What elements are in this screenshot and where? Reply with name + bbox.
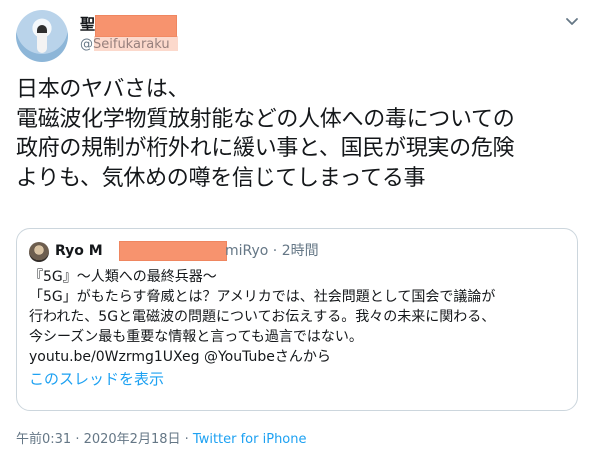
tweet-footer: 午前0:31 · 2020年2月18日 · Twitter for iPhone: [16, 431, 307, 449]
quoted-time: · 2時間: [272, 243, 319, 259]
display-name[interactable]: 聖: [80, 15, 95, 33]
tweet-timestamp[interactable]: 午前0:31 · 2020年2月18日 ·: [16, 432, 189, 447]
redaction-box: [119, 241, 227, 261]
quoted-body-line: youtu.be/0Wzrmg1UXeg @YouTubeさんから: [29, 349, 331, 365]
redaction-box: [95, 15, 177, 37]
quoted-body-line: 『5G』～人類への最終兵器～: [29, 269, 217, 285]
redaction-box: [94, 36, 178, 51]
quoted-body-line: 「5G」がもたらす脅威とは？アメリカでは、社会問題として国会で議論が: [29, 289, 496, 305]
tweet-text: 日本のヤバさは、 電磁波化学物質放射能などの人体への毒についての 政府の規制が桁…: [16, 75, 591, 193]
quoted-meta: miRyo · 2時間: [225, 243, 319, 260]
tweet-text-line: 日本のヤバさは、: [16, 77, 190, 102]
tweet-source[interactable]: Twitter for iPhone: [193, 432, 307, 447]
quoted-avatar: [29, 242, 49, 262]
quoted-author-name: Ryo M: [55, 243, 103, 259]
quoted-body-line: 今シーズン最も重要な情報と言っても過言ではない。: [29, 329, 363, 345]
tweet-text-line: よりも、気休めの噂を信じてしまってる事: [16, 165, 426, 191]
quoted-tweet-card[interactable]: Ryo M miRyo · 2時間 『5G』～人類への最終兵器～ 「5G」がもた…: [16, 228, 578, 411]
avatar[interactable]: [16, 10, 68, 62]
tweet-text-line: 電磁波化学物質放射能などの人体への毒についての: [16, 106, 515, 132]
quoted-handle-tail: miRyo: [225, 243, 269, 259]
chevron-down-icon[interactable]: [563, 12, 581, 30]
quoted-body: 『5G』～人類への最終兵器～ 「5G」がもたらす脅威とは？アメリカでは、社会問題…: [29, 267, 569, 367]
show-thread-link[interactable]: このスレッドを表示: [29, 369, 164, 389]
avatar-figure: [37, 25, 47, 53]
quoted-body-line: 行われた、5Gと電磁波の問題についてお伝えする。我々の未来に関わる、: [29, 309, 496, 325]
tweet-text-line: 政府の規制が桁外れに緩い事と、国民が現実の危険: [16, 136, 515, 161]
